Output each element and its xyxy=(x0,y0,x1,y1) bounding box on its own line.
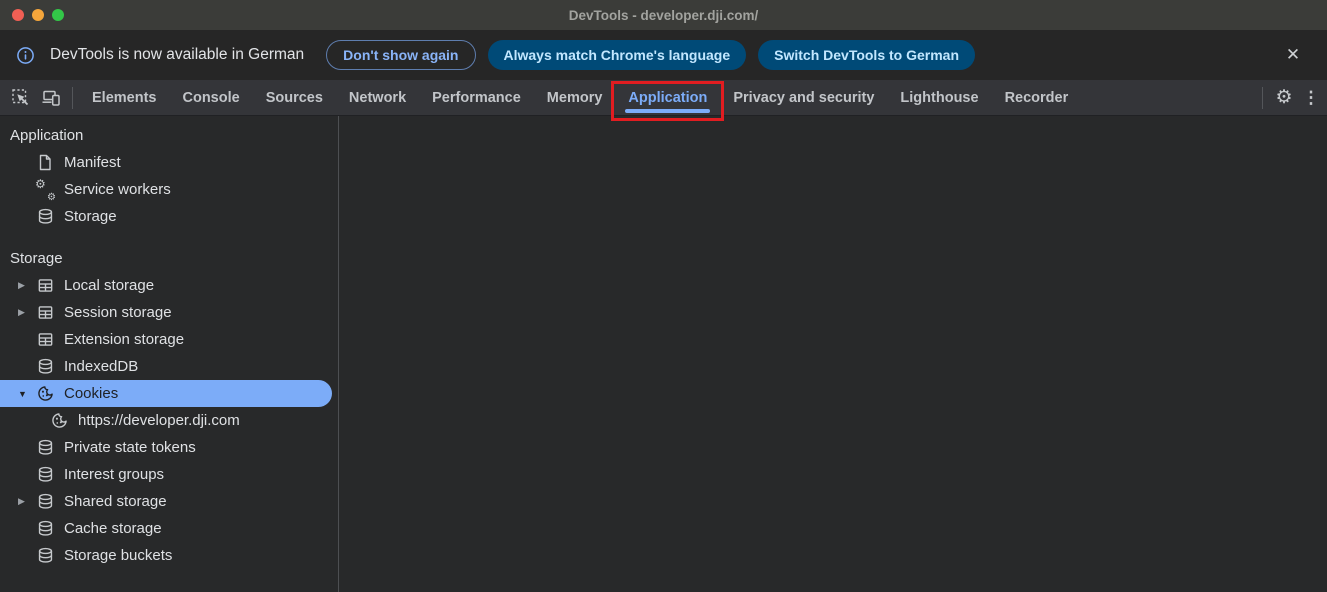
tab-performance[interactable]: Performance xyxy=(419,80,534,115)
settings-gear-icon[interactable]: ⚙ xyxy=(1269,86,1299,109)
sidebar-item-service-workers[interactable]: ⚙⚙ Service workers xyxy=(0,176,338,203)
sidebar-item-label: Cookies xyxy=(64,385,118,402)
tab-privacy-and-security[interactable]: Privacy and security xyxy=(720,80,887,115)
tab-console[interactable]: Console xyxy=(169,80,252,115)
tab-label: Elements xyxy=(92,90,156,106)
sidebar-item-label: Extension storage xyxy=(64,331,184,348)
collapsed-arrow-icon[interactable]: ▶ xyxy=(14,307,36,318)
toggle-device-toolbar-icon[interactable] xyxy=(36,84,66,112)
sidebar-item-storage-buckets[interactable]: Storage buckets xyxy=(0,542,338,569)
sidebar-item-cache-storage[interactable]: Cache storage xyxy=(0,515,338,542)
sidebar-item-label: IndexedDB xyxy=(64,358,138,375)
database-icon xyxy=(36,439,54,457)
sidebar-item-storage[interactable]: Storage xyxy=(0,203,338,230)
devtools-toolbar: Elements Console Sources Network Performance… xyxy=(0,80,1327,116)
tab-application[interactable]: Application xyxy=(615,80,720,115)
panel-content xyxy=(339,116,1327,592)
collapsed-arrow-icon[interactable]: ▶ xyxy=(14,496,36,507)
gears-icon: ⚙⚙ xyxy=(36,181,54,199)
switch-devtools-to-german-button[interactable]: Switch DevTools to German xyxy=(758,40,975,70)
sidebar-item-local-storage[interactable]: ▶ Local storage xyxy=(0,272,338,299)
toolbar-divider xyxy=(72,87,73,109)
window-title: DevTools - developer.dji.com/ xyxy=(0,8,1327,23)
sidebar-item-shared-storage[interactable]: ▶ Shared storage xyxy=(0,488,338,515)
section-title-application: Application xyxy=(0,122,338,149)
section-title-storage: Storage xyxy=(0,245,338,272)
database-icon xyxy=(36,358,54,376)
application-sidebar: Application Manifest ⚙⚙ Service workers Stor… xyxy=(0,116,339,592)
tab-elements[interactable]: Elements xyxy=(79,80,169,115)
cookie-icon xyxy=(36,385,54,403)
section-application: Application Manifest ⚙⚙ Service workers Stor… xyxy=(0,122,338,230)
tab-label: Network xyxy=(349,90,406,106)
sidebar-item-label: Storage buckets xyxy=(64,547,172,564)
sidebar-item-indexeddb[interactable]: IndexedDB xyxy=(0,353,338,380)
sidebar-item-label: Session storage xyxy=(64,304,172,321)
infobar-message: DevTools is now available in German xyxy=(50,46,304,64)
sidebar-item-manifest[interactable]: Manifest xyxy=(0,149,338,176)
sidebar-item-session-storage[interactable]: ▶ Session storage xyxy=(0,299,338,326)
sidebar-item-extension-storage[interactable]: Extension storage xyxy=(0,326,338,353)
sidebar-item-label: Cache storage xyxy=(64,520,162,537)
sidebar-item-private-state-tokens[interactable]: Private state tokens xyxy=(0,434,338,461)
sidebar-item-interest-groups[interactable]: Interest groups xyxy=(0,461,338,488)
tab-label: Sources xyxy=(266,90,323,106)
sidebar-item-label: Shared storage xyxy=(64,493,167,510)
inspect-element-icon[interactable] xyxy=(6,84,36,112)
cookie-icon xyxy=(50,412,68,430)
language-infobar: DevTools is now available in German Don'… xyxy=(0,30,1327,80)
tab-network[interactable]: Network xyxy=(336,80,419,115)
database-icon xyxy=(36,208,54,226)
tab-label: Console xyxy=(182,90,239,106)
tab-label: Lighthouse xyxy=(900,90,978,106)
main-area: Application Manifest ⚙⚙ Service workers Stor… xyxy=(0,116,1327,592)
tab-label: Recorder xyxy=(1005,90,1069,106)
collapsed-arrow-icon[interactable]: ▶ xyxy=(14,280,36,291)
sidebar-item-label: Service workers xyxy=(64,181,171,198)
database-icon xyxy=(36,547,54,565)
don-t-show-again-button[interactable]: Don't show again xyxy=(326,40,475,70)
sidebar-item-label: Storage xyxy=(64,208,117,225)
table-icon xyxy=(36,277,54,295)
tab-label: Memory xyxy=(547,90,603,106)
table-icon xyxy=(36,304,54,322)
titlebar: DevTools - developer.dji.com/ xyxy=(0,0,1327,30)
sidebar-item-label: Private state tokens xyxy=(64,439,196,456)
sidebar-item-https-developer-dji-com[interactable]: https://developer.dji.com xyxy=(0,407,338,434)
database-icon xyxy=(36,466,54,484)
sidebar-item-label: https://developer.dji.com xyxy=(78,412,240,429)
tab-label: Privacy and security xyxy=(733,90,874,106)
devtools-window: DevTools - developer.dji.com/ DevTools i… xyxy=(0,0,1327,592)
more-options-kebab-icon[interactable]: ⋮ xyxy=(1299,88,1323,108)
expanded-arrow-icon[interactable]: ▼ xyxy=(14,389,36,399)
close-icon[interactable]: ✕ xyxy=(1279,41,1307,69)
database-icon xyxy=(36,493,54,511)
tab-memory[interactable]: Memory xyxy=(534,80,616,115)
database-icon xyxy=(36,520,54,538)
panel-tabs: Elements Console Sources Network Performance… xyxy=(79,80,1081,115)
table-icon xyxy=(36,331,54,349)
tab-lighthouse[interactable]: Lighthouse xyxy=(887,80,991,115)
sidebar-item-cookies[interactable]: ▼ Cookies xyxy=(0,380,332,407)
tab-recorder[interactable]: Recorder xyxy=(992,80,1082,115)
document-icon xyxy=(36,154,54,172)
sidebar-item-label: Local storage xyxy=(64,277,154,294)
info-icon xyxy=(16,46,35,65)
always-match-chrome-s-language-button[interactable]: Always match Chrome's language xyxy=(488,40,747,70)
tab-sources[interactable]: Sources xyxy=(253,80,336,115)
sidebar-item-label: Manifest xyxy=(64,154,121,171)
toolbar-divider-right xyxy=(1262,87,1263,109)
tab-label: Application xyxy=(628,90,707,106)
sidebar-item-label: Interest groups xyxy=(64,466,164,483)
section-storage: Storage ▶ Local storage ▶ Session storage Ext… xyxy=(0,245,338,569)
tab-label: Performance xyxy=(432,90,521,106)
